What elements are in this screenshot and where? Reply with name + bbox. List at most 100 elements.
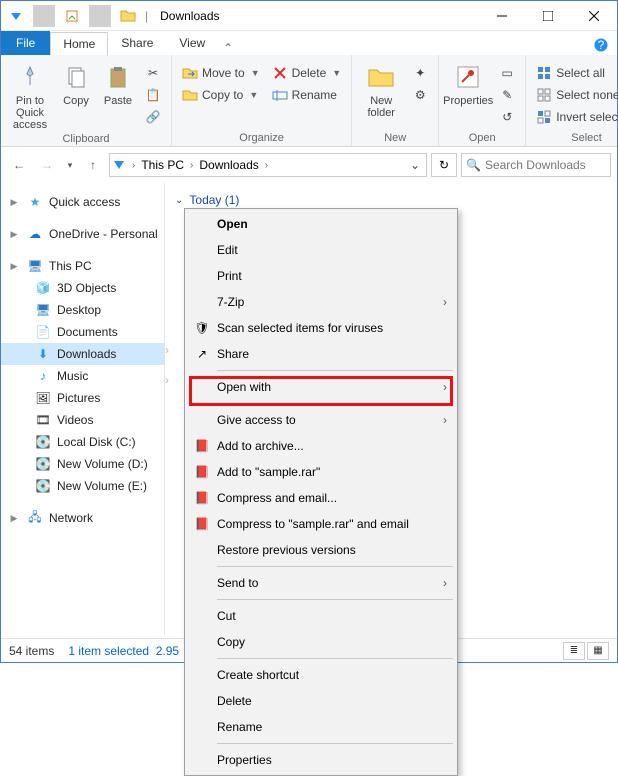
nav-onedrive[interactable]: ▶☁OneDrive - Personal (1, 223, 164, 245)
minimize-button[interactable] (479, 1, 525, 31)
chevron-right-icon[interactable]: › (190, 160, 193, 171)
up-button[interactable]: ↑ (81, 153, 105, 177)
search-placeholder: Search Downloads (485, 158, 586, 172)
ctx-scan[interactable]: 🛡Scan selected items for viruses (187, 315, 455, 341)
cloud-icon: ☁ (27, 226, 43, 242)
star-icon: ★ (27, 194, 43, 210)
qat-properties-icon[interactable] (61, 5, 83, 27)
group-label: Select (571, 130, 602, 144)
ctx-open-with[interactable]: Open with› (187, 374, 455, 400)
chevron-right-icon: › (443, 413, 447, 427)
ctx-copy[interactable]: Copy (187, 629, 455, 655)
expand-icon[interactable]: ▶ (9, 197, 19, 208)
properties-button[interactable]: Properties (445, 59, 491, 107)
copy-button[interactable]: Copy (57, 59, 95, 107)
ctx-edit[interactable]: Edit (187, 237, 455, 263)
rename-button[interactable]: Rename (268, 85, 346, 105)
ctx-delete[interactable]: Delete (187, 688, 455, 714)
ctx-print[interactable]: Print (187, 263, 455, 289)
nav-disk-c[interactable]: 💽Local Disk (C:) (1, 431, 164, 453)
ctx-cut[interactable]: Cut (187, 603, 455, 629)
crumb-downloads[interactable]: Downloads (195, 158, 262, 172)
paste-shortcut-button[interactable]: 🔗 (141, 107, 165, 127)
ctx-rename[interactable]: Rename (187, 714, 455, 740)
help-icon[interactable]: ? (591, 35, 611, 55)
ctx-compress-sample-email[interactable]: 📕Compress to "sample.rar" and email (187, 511, 455, 537)
chevron-right-icon[interactable]: › (265, 160, 268, 171)
copy-to-button[interactable]: Copy to▼ (178, 85, 264, 105)
close-button[interactable] (571, 1, 617, 31)
drive-icon: 💽 (35, 478, 51, 494)
ctx-add-sample-rar[interactable]: 📕Add to "sample.rar" (187, 459, 455, 485)
nav-pictures[interactable]: 🖼Pictures (1, 387, 164, 409)
expand-icon[interactable]: ▶ (9, 229, 19, 240)
nav-downloads[interactable]: ⬇Downloads (1, 343, 164, 365)
chevron-right-icon[interactable]: › (132, 160, 135, 171)
nav-network[interactable]: ▶🖧Network (1, 507, 164, 529)
tab-view[interactable]: View (166, 31, 218, 55)
refresh-button[interactable]: ↻ (431, 153, 457, 177)
tab-share[interactable]: Share (108, 31, 166, 55)
nav-music[interactable]: ♪Music (1, 365, 164, 387)
new-folder-button[interactable]: New folder (358, 59, 404, 119)
share-icon: ↗ (193, 345, 211, 363)
expand-icon[interactable]: ▶ (9, 513, 19, 524)
nav-documents[interactable]: 📄Documents (1, 321, 164, 343)
tab-file[interactable]: File (1, 31, 50, 55)
select-all-button[interactable]: Select all (532, 63, 618, 83)
new-folder-label: New folder (358, 95, 404, 119)
window-title: Downloads (160, 9, 219, 23)
move-to-button[interactable]: Move to▼ (178, 63, 264, 83)
view-icons-button[interactable]: ▦ (587, 642, 609, 660)
address-dropdown-icon[interactable]: ⌄ (406, 158, 424, 172)
qat-dropdown-icon[interactable] (5, 5, 27, 27)
copy-path-button[interactable]: 📋 (141, 85, 165, 105)
search-box[interactable]: 🔍 Search Downloads (461, 153, 611, 177)
ribbon-collapse-icon[interactable]: ⌃ (218, 41, 238, 55)
delete-button[interactable]: Delete▼ (268, 63, 346, 83)
pictures-icon: 🖼 (35, 390, 51, 406)
ctx-create-shortcut[interactable]: Create shortcut (187, 662, 455, 688)
recent-locations-button[interactable]: ▾ (63, 153, 77, 177)
address-bar[interactable]: › This PC › Downloads › ⌄ (109, 153, 427, 177)
back-button[interactable]: ← (7, 153, 31, 177)
nav-this-pc[interactable]: ▶🖥This PC (1, 255, 164, 277)
group-header-label: Today (1) (189, 193, 239, 207)
ctx-give-access[interactable]: Give access to› (187, 407, 455, 433)
ctx-add-archive[interactable]: 📕Add to archive... (187, 433, 455, 459)
ctx-send-to[interactable]: Send to› (187, 570, 455, 596)
forward-button[interactable]: → (35, 153, 59, 177)
pin-quick-access-button[interactable]: Pin to Quick access (7, 59, 53, 131)
cut-button[interactable]: ✂ (141, 63, 165, 83)
nav-disk-d[interactable]: 💽New Volume (D:) (1, 453, 164, 475)
paste-button[interactable]: Paste (99, 59, 137, 107)
ctx-7zip[interactable]: 7-Zip› (187, 289, 455, 315)
nav-videos[interactable]: 🎞Videos (1, 409, 164, 431)
invert-selection-button[interactable]: Invert selection (532, 107, 618, 127)
nav-disk-e[interactable]: 💽New Volume (E:) (1, 475, 164, 497)
ribbon-tabs: File Home Share View ⌃ ? (1, 31, 617, 55)
crumb-this-pc[interactable]: This PC (137, 158, 188, 172)
ctx-compress-email[interactable]: 📕Compress and email... (187, 485, 455, 511)
nav-quick-access[interactable]: ▶★Quick access (1, 191, 164, 213)
down-arrow-icon[interactable] (112, 158, 130, 172)
easy-access-button[interactable]: ⚙ (408, 85, 432, 105)
expand-icon[interactable]: ▶ (9, 261, 19, 272)
open-button[interactable]: ▭ (495, 63, 519, 83)
chevron-down-icon[interactable]: ⌄ (175, 195, 183, 206)
tab-home[interactable]: Home (50, 32, 108, 56)
ctx-restore-previous[interactable]: Restore previous versions (187, 537, 455, 563)
history-button[interactable]: ↺ (495, 107, 519, 127)
ctx-properties[interactable]: Properties (187, 747, 455, 773)
new-item-button[interactable]: ✦ (408, 63, 432, 83)
view-details-button[interactable]: ≣ (563, 642, 585, 660)
shortcut-icon: 🔗 (145, 109, 161, 125)
edit-button[interactable]: ✎ (495, 85, 519, 105)
nav-3d-objects[interactable]: 🧊3D Objects (1, 277, 164, 299)
titlebar: | Downloads (1, 1, 617, 31)
ctx-share[interactable]: ↗Share (187, 341, 455, 367)
ctx-open[interactable]: Open (187, 211, 455, 237)
select-none-button[interactable]: Select none (532, 85, 618, 105)
nav-desktop[interactable]: 🖥Desktop (1, 299, 164, 321)
maximize-button[interactable] (525, 1, 571, 31)
